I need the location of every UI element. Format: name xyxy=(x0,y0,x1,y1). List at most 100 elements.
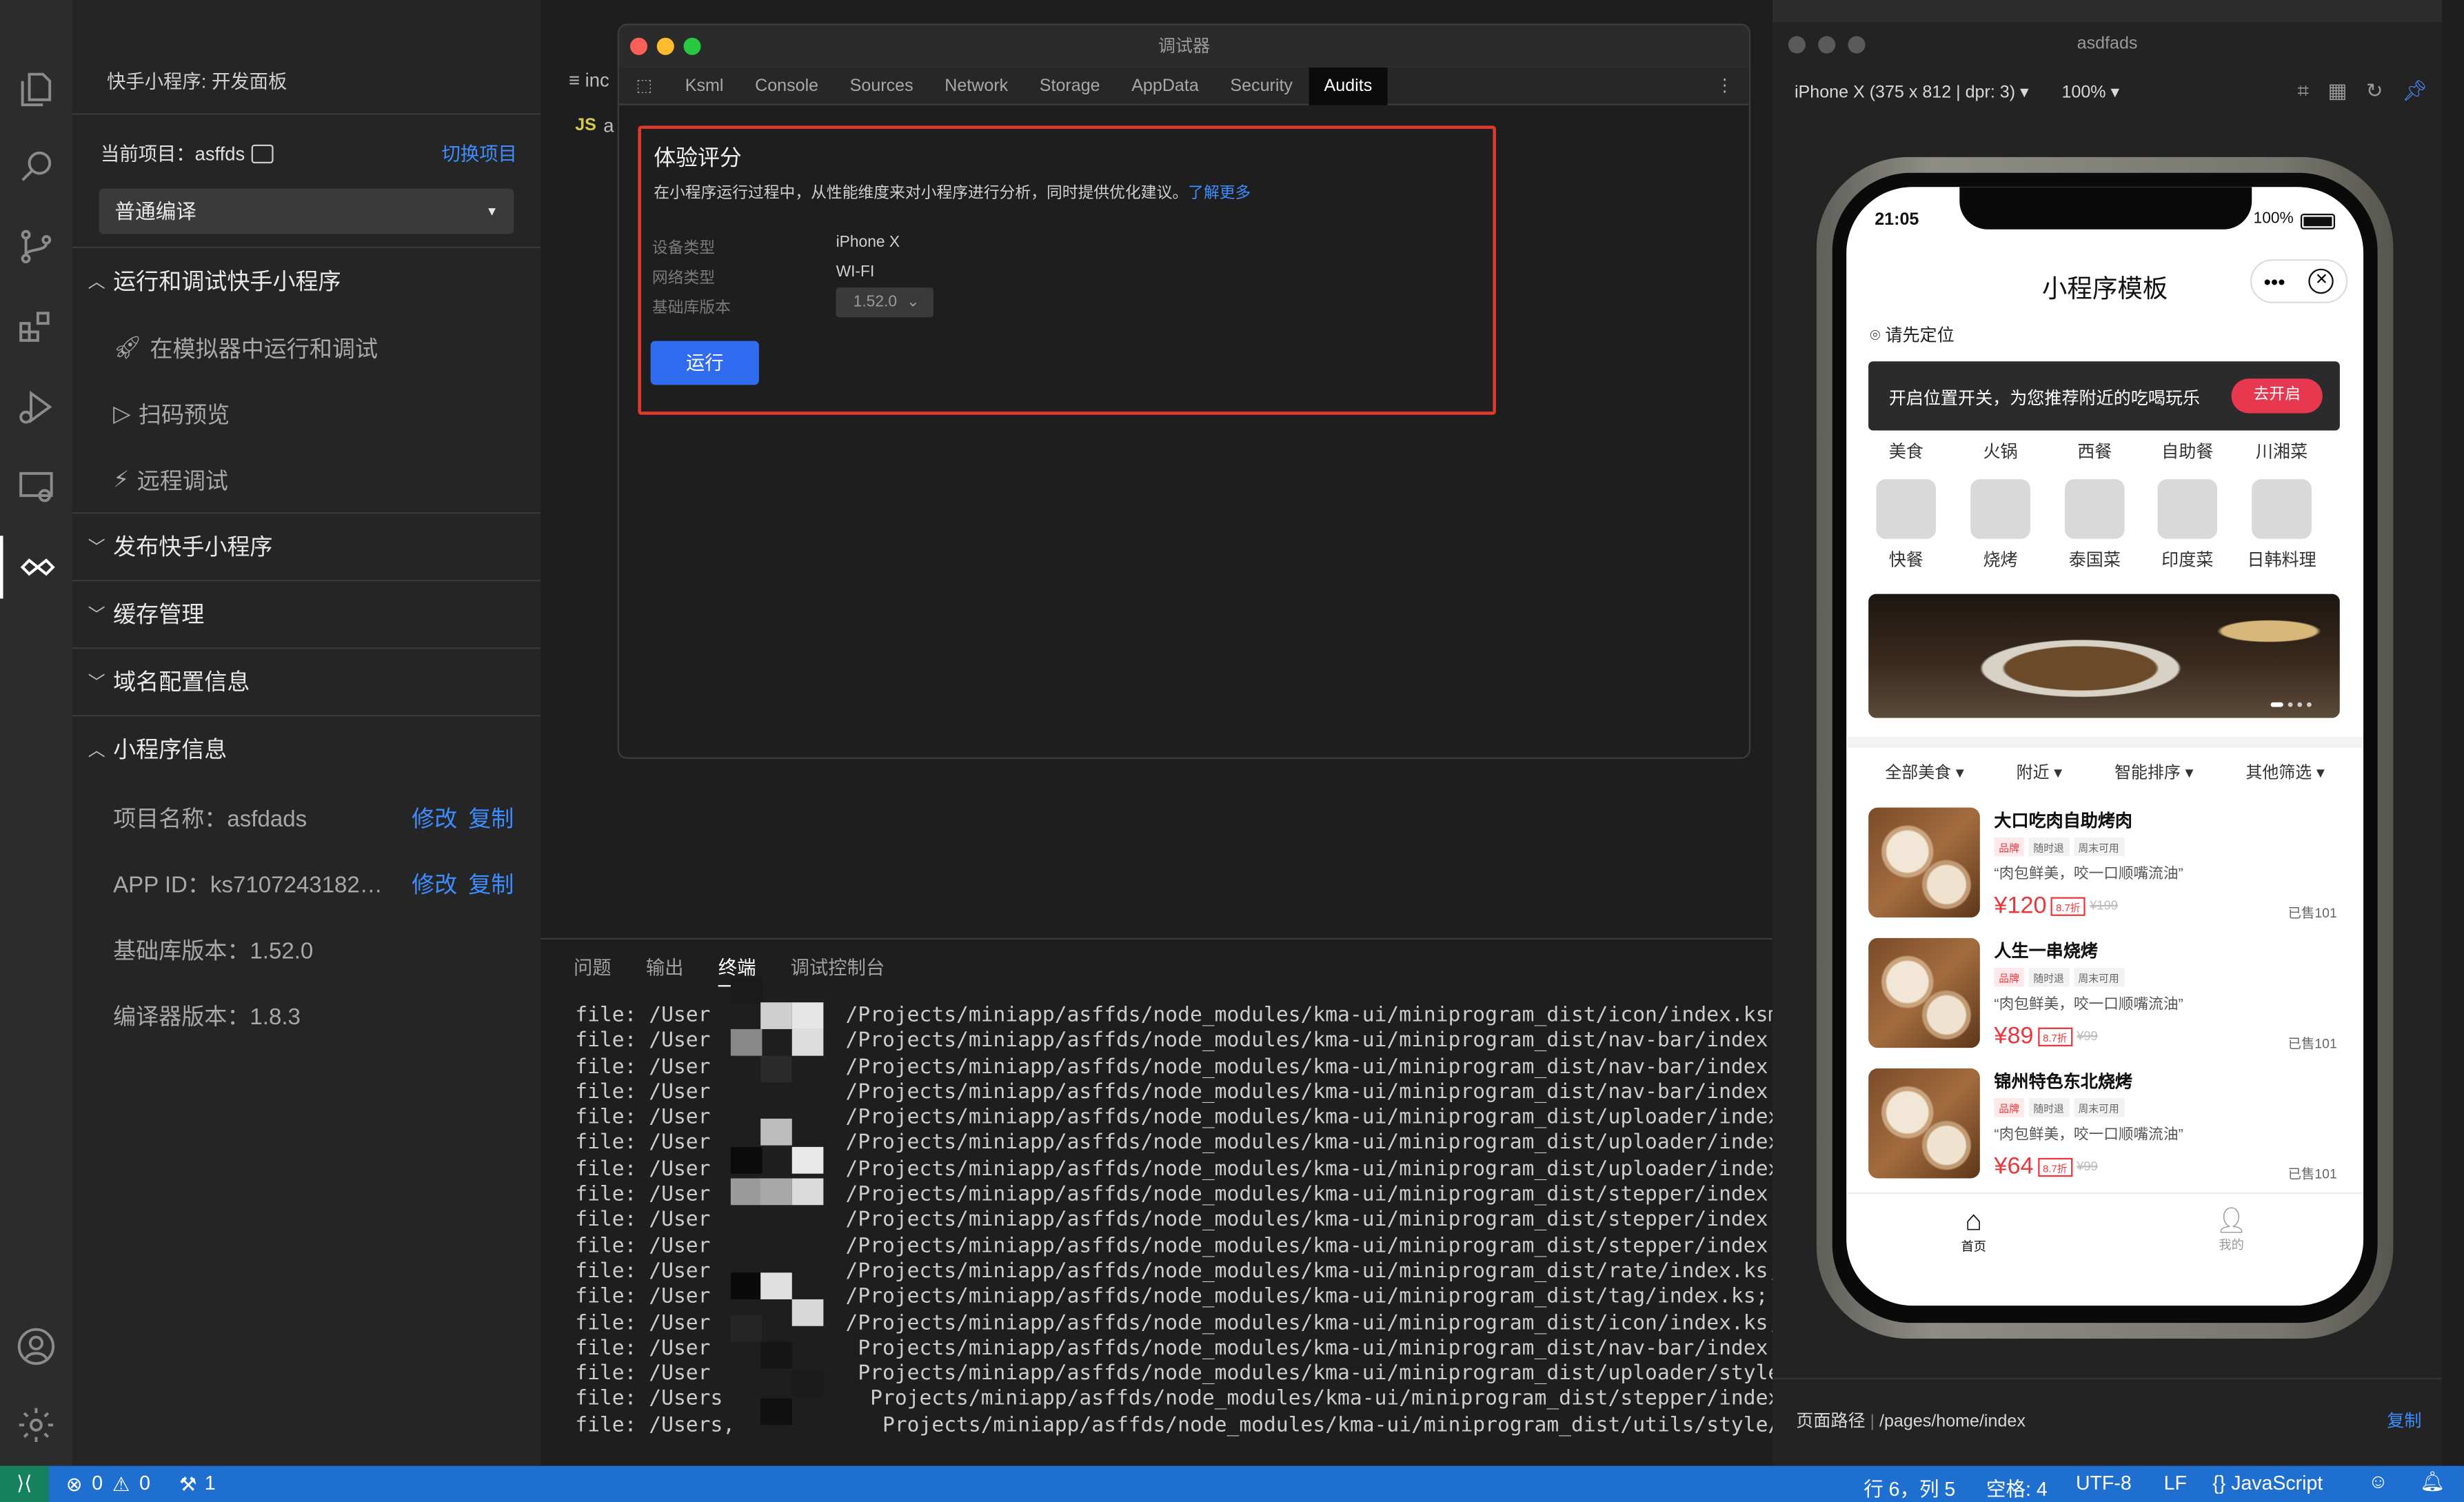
location[interactable]: ⌾ 请先定位 xyxy=(1870,322,1954,347)
tab-home[interactable]: ⌂ 首页 xyxy=(1950,1205,1997,1255)
category-tab[interactable]: 川湘菜 xyxy=(2243,438,2321,463)
learn-more-link[interactable]: 了解更多 xyxy=(1188,185,1251,203)
editor-tab[interactable]: ≡ inc xyxy=(569,69,609,91)
shop-discount: 8.7折 xyxy=(2038,1026,2072,1046)
category-icon[interactable] xyxy=(2157,479,2218,539)
category-icon[interactable] xyxy=(2252,479,2312,539)
tab-ksml[interactable]: Ksml xyxy=(669,67,739,105)
lib-version-select[interactable]: 1.52.0 ⌄ xyxy=(836,287,933,318)
section-run-debug[interactable]: ︿ 运行和调试快手小程序 xyxy=(72,246,541,313)
category-label[interactable]: 泰国菜 xyxy=(2055,547,2134,571)
filter-sort[interactable]: 智能排序 ▾ xyxy=(2114,760,2193,784)
remote-debug[interactable]: ⚡︎ 远程调试 xyxy=(113,463,228,496)
category-icon[interactable] xyxy=(1970,479,2030,539)
eol[interactable]: LF xyxy=(2164,1472,2187,1494)
settings-gear-icon[interactable] xyxy=(0,1394,72,1457)
rocket-icon: 🚀︎ xyxy=(113,336,143,362)
tab-console[interactable]: Console xyxy=(739,67,834,105)
grid-icon[interactable]: ▦ xyxy=(2327,79,2347,103)
files-icon[interactable] xyxy=(0,58,72,121)
shop-thumbnail xyxy=(1868,1068,1980,1179)
encoding[interactable]: UTF-8 xyxy=(2076,1472,2132,1494)
tab-mine[interactable]: 👤︎ 我的 xyxy=(2208,1205,2254,1254)
tab-security[interactable]: Security xyxy=(1215,67,1309,105)
remote-explorer-icon[interactable] xyxy=(0,456,72,518)
extensions-icon[interactable] xyxy=(0,296,72,358)
ports-indicator[interactable]: ⚒ 1 xyxy=(179,1472,216,1496)
category-label[interactable]: 日韩料理 xyxy=(2243,547,2321,571)
preview-icon[interactable] xyxy=(251,143,274,163)
zoom-select[interactable]: 100% ▾ xyxy=(2061,82,2119,102)
category-label[interactable]: 烧烤 xyxy=(1961,547,2040,571)
shop-card[interactable]: 锦州特色东北烧烤 品牌 随时退 周末可用 “肉包鲜美，咬一口顺嘴流油” ¥64 8.7折 ¥9… xyxy=(1868,1068,2340,1188)
sim-title: asdfads xyxy=(2077,34,2138,54)
source-control-icon[interactable] xyxy=(0,215,72,278)
category-label[interactable]: 快餐 xyxy=(1867,547,1946,571)
close-mini-icon[interactable]: ✕ xyxy=(2309,268,2334,294)
more-vertical-icon[interactable]: ⋮ xyxy=(1716,75,1733,96)
sidebar-title: 快手小程序: 开发面板 xyxy=(106,70,287,93)
tab-problems[interactable]: 问题 xyxy=(574,954,612,987)
close-button[interactable] xyxy=(629,37,648,55)
problems-indicator[interactable]: ⊗ 0 ⚠ 0 xyxy=(66,1472,150,1496)
debugger-window: 调试器 ⬚ Ksml Console Sources Network Stora… xyxy=(617,23,1751,759)
refresh-icon[interactable]: ↻ xyxy=(2366,79,2383,103)
filter-all-food[interactable]: 全部美食 ▾ xyxy=(1885,760,1963,784)
filter-nearby[interactable]: 附近 ▾ xyxy=(2017,760,2063,784)
enable-location-button[interactable]: 去开启 xyxy=(2231,378,2323,414)
indentation[interactable]: 空格: 4 xyxy=(1986,1472,2048,1502)
chevron-down-icon: ⌄ xyxy=(906,294,920,312)
tab-storage[interactable]: Storage xyxy=(1024,67,1115,105)
language-mode[interactable]: {} JavaScript xyxy=(2212,1472,2323,1494)
modify-project-name[interactable]: 修改 xyxy=(412,801,457,834)
category-tab[interactable]: 火锅 xyxy=(1961,438,2040,463)
more-icon[interactable]: ••• xyxy=(2264,270,2285,293)
shop-card[interactable]: 人生一串烧烤 品牌 随时退 周末可用 “肉包鲜美，咬一口顺嘴流油” ¥89 8.7折 ¥99 已… xyxy=(1868,937,2340,1057)
category-tab[interactable]: 美食 xyxy=(1867,438,1946,463)
account-icon[interactable] xyxy=(0,1315,72,1378)
pin-icon[interactable]: 📌︎ xyxy=(2402,79,2428,103)
screenshot-icon[interactable]: ⌗ xyxy=(2297,79,2309,103)
tab-sources[interactable]: Sources xyxy=(834,67,929,105)
tab-output[interactable]: 输出 xyxy=(646,954,684,987)
copy-project-name[interactable]: 复制 xyxy=(468,801,514,834)
category-tab[interactable]: 西餐 xyxy=(2055,438,2134,463)
activity-bar xyxy=(0,0,72,1466)
copy-app-id[interactable]: 复制 xyxy=(468,867,514,900)
feedback-icon[interactable]: ☺ xyxy=(2368,1470,2388,1492)
kuaishou-icon[interactable] xyxy=(0,536,72,599)
bell-icon[interactable]: 🔔︎ xyxy=(2420,1470,2445,1494)
category-icon[interactable] xyxy=(1876,479,1937,539)
section-info[interactable]: ︿ 小程序信息 xyxy=(72,715,541,781)
inspect-element-icon[interactable]: ⬚ xyxy=(619,75,669,96)
remote-icon: ⚡︎ xyxy=(113,467,130,493)
switch-project-link[interactable]: 切换项目 xyxy=(441,140,516,167)
tab-network[interactable]: Network xyxy=(929,67,1024,105)
section-publish[interactable]: ﹀ 发布快手小程序 xyxy=(72,512,541,578)
category-icon[interactable] xyxy=(2065,479,2125,539)
promo-banner-image[interactable] xyxy=(1868,593,2340,718)
compile-mode-select[interactable]: 普通编译 ▼ xyxy=(99,188,514,234)
section-cache[interactable]: ﹀ 缓存管理 xyxy=(72,580,541,646)
filter-other[interactable]: 其他筛选 ▾ xyxy=(2245,760,2324,784)
section-domain[interactable]: ﹀ 域名配置信息 xyxy=(72,647,541,713)
search-icon[interactable] xyxy=(0,135,72,198)
copy-path-button[interactable]: 复制 xyxy=(2387,1408,2421,1432)
remote-indicator-icon[interactable]: ⟩⟨ xyxy=(0,1465,49,1502)
modify-app-id[interactable]: 修改 xyxy=(412,867,457,900)
shop-price: ¥89 xyxy=(1994,1022,2034,1050)
run-audit-button[interactable]: 运行 xyxy=(650,341,759,385)
tab-audits[interactable]: Audits xyxy=(1308,66,1388,105)
status-time: 21:05 xyxy=(1875,210,1919,230)
zoom-button[interactable] xyxy=(683,37,701,55)
category-tab[interactable]: 自助餐 xyxy=(2148,438,2227,463)
shop-card[interactable]: 大口吃肉自助烤肉 品牌 随时退 周末可用 “肉包鲜美，咬一口顺嘴流油” ¥120 8.7折 ¥… xyxy=(1868,807,2340,927)
run-debug-icon[interactable] xyxy=(0,376,72,438)
tab-appdata[interactable]: AppData xyxy=(1115,67,1214,105)
cursor-position[interactable]: 行 6，列 5 xyxy=(1864,1472,1955,1502)
minimize-button[interactable] xyxy=(656,37,674,55)
scan-preview[interactable]: ▷ 扫码预览 xyxy=(113,398,230,431)
run-in-simulator[interactable]: 🚀︎ 在模拟器中运行和调试 xyxy=(113,332,378,365)
device-select[interactable]: iPhone X (375 x 812 | dpr: 3) ▾ xyxy=(1795,82,2029,102)
category-label[interactable]: 印度菜 xyxy=(2148,547,2227,571)
